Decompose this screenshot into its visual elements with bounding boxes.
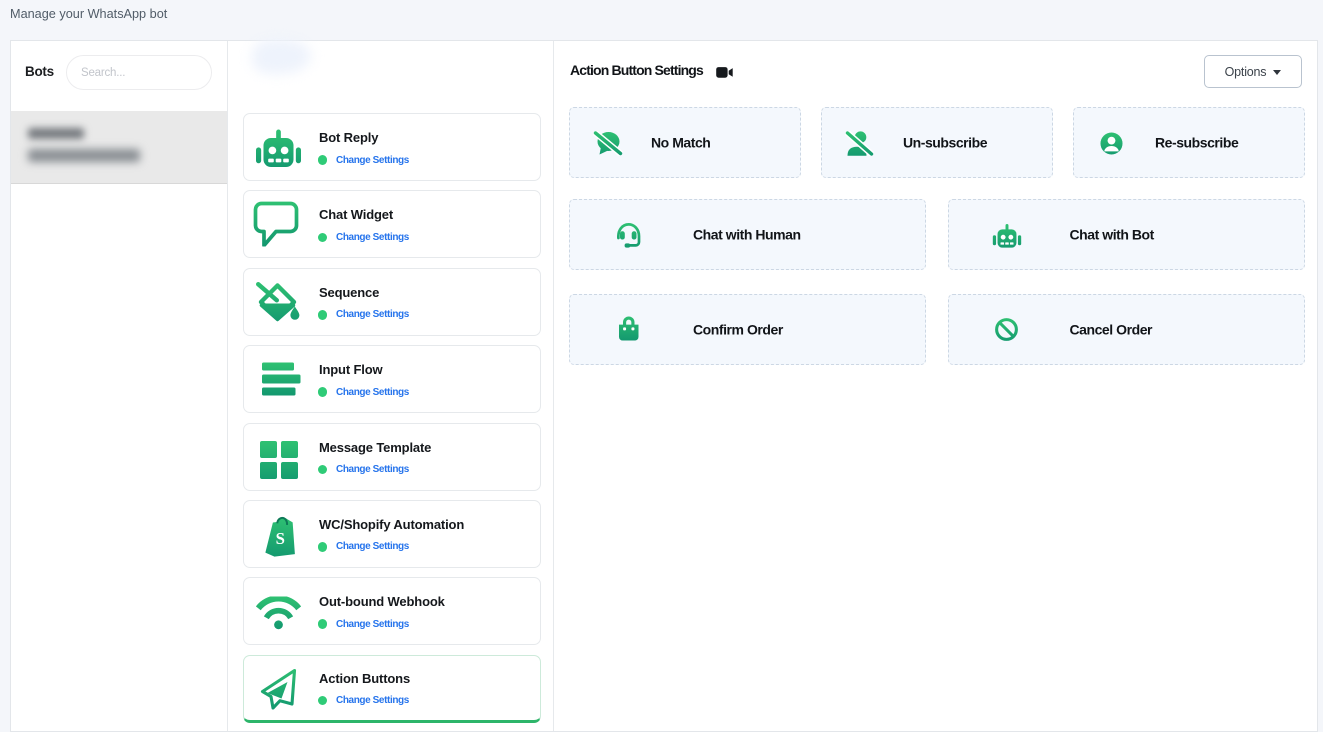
- svg-text:S: S: [275, 529, 284, 548]
